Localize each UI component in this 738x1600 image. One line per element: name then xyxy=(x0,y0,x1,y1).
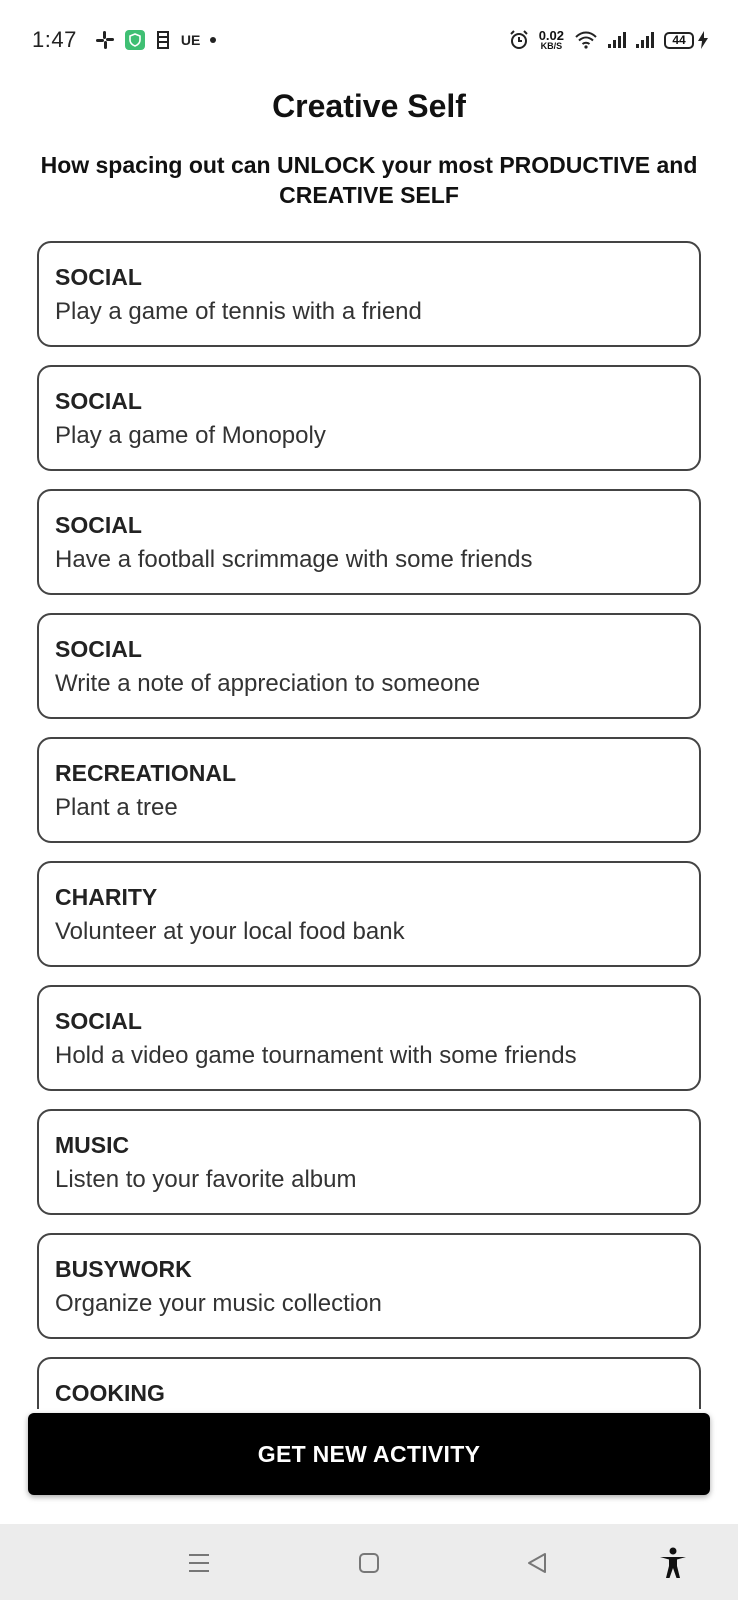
activity-type: CHARITY xyxy=(55,884,158,910)
status-bar-left: 1:47 UE xyxy=(32,27,226,53)
activity-description: Organize your music collection xyxy=(55,1290,382,1317)
activity-type: COOKING xyxy=(55,1380,165,1406)
activity-card[interactable]: RECREATIONAL Plant a tree xyxy=(37,737,701,843)
system-nav-bar xyxy=(0,1524,738,1600)
alarm-icon xyxy=(509,30,529,50)
status-time: 1:47 xyxy=(32,27,77,52)
activity-card[interactable]: SOCIAL Play a game of Monopoly xyxy=(37,365,701,471)
carrier-text: UE xyxy=(180,32,201,48)
activity-card[interactable]: SOCIAL Have a football scrimmage with so… xyxy=(37,489,701,595)
calendar-icon xyxy=(155,30,171,50)
activity-card[interactable]: SOCIAL Write a note of appreciation to s… xyxy=(37,613,701,719)
activity-description: Have a football scrimmage with some frie… xyxy=(55,546,533,573)
network-speed-unit: KB/S xyxy=(540,41,563,51)
activity-type: SOCIAL xyxy=(55,388,142,414)
activity-card[interactable]: COOKING xyxy=(37,1357,701,1409)
activity-list[interactable]: SOCIAL Play a game of tennis with a frie… xyxy=(37,241,701,1409)
status-bar: 1:47 UE 0.02 KB/S 44 xyxy=(0,0,738,80)
activity-type: RECREATIONAL xyxy=(55,760,237,786)
signal-icon-secondary xyxy=(636,32,656,48)
status-bar-right: 0.02 KB/S 44 xyxy=(509,29,708,51)
back-icon[interactable] xyxy=(520,1546,554,1580)
activity-description: Listen to your favorite album xyxy=(55,1166,357,1193)
activity-description: Volunteer at your local food bank xyxy=(55,918,405,945)
wifi-icon xyxy=(574,31,598,49)
notification-dot-icon xyxy=(210,37,217,43)
accessibility-icon[interactable] xyxy=(656,1546,690,1580)
activity-card[interactable]: BUSYWORK Organize your music collection xyxy=(37,1233,701,1339)
home-icon[interactable] xyxy=(352,1546,386,1580)
slack-icon xyxy=(95,30,115,50)
activity-type: SOCIAL xyxy=(55,636,142,662)
activity-description: Write a note of appreciation to someone xyxy=(55,670,481,697)
activity-card[interactable]: SOCIAL Hold a video game tournament with… xyxy=(37,985,701,1091)
charging-icon xyxy=(698,31,708,49)
activity-description: Play a game of tennis with a friend xyxy=(55,298,422,325)
battery-level: 44 xyxy=(664,31,694,49)
activity-type: SOCIAL xyxy=(55,1008,142,1034)
page-title: Creative Self xyxy=(272,88,466,124)
shield-icon xyxy=(124,30,145,50)
activity-description: Play a game of Monopoly xyxy=(55,422,326,449)
activity-card[interactable]: SOCIAL Play a game of tennis with a frie… xyxy=(37,241,701,347)
network-speed: 0.02 KB/S xyxy=(539,29,564,51)
activity-card[interactable]: MUSIC Listen to your favorite album xyxy=(37,1109,701,1215)
menu-icon[interactable] xyxy=(182,1546,216,1580)
activity-type: SOCIAL xyxy=(55,512,142,538)
signal-icon xyxy=(608,32,628,48)
page-subtitle: How spacing out can UNLOCK your most PRO… xyxy=(40,152,698,208)
activity-type: SOCIAL xyxy=(55,264,142,290)
activity-card[interactable]: CHARITY Volunteer at your local food ban… xyxy=(37,861,701,967)
activity-type: MUSIC xyxy=(55,1132,130,1158)
activity-type: BUSYWORK xyxy=(55,1256,192,1282)
activity-description: Hold a video game tournament with some f… xyxy=(55,1042,577,1069)
get-new-activity-button[interactable]: GET NEW ACTIVITY xyxy=(28,1413,710,1495)
activity-description: Plant a tree xyxy=(55,794,178,821)
